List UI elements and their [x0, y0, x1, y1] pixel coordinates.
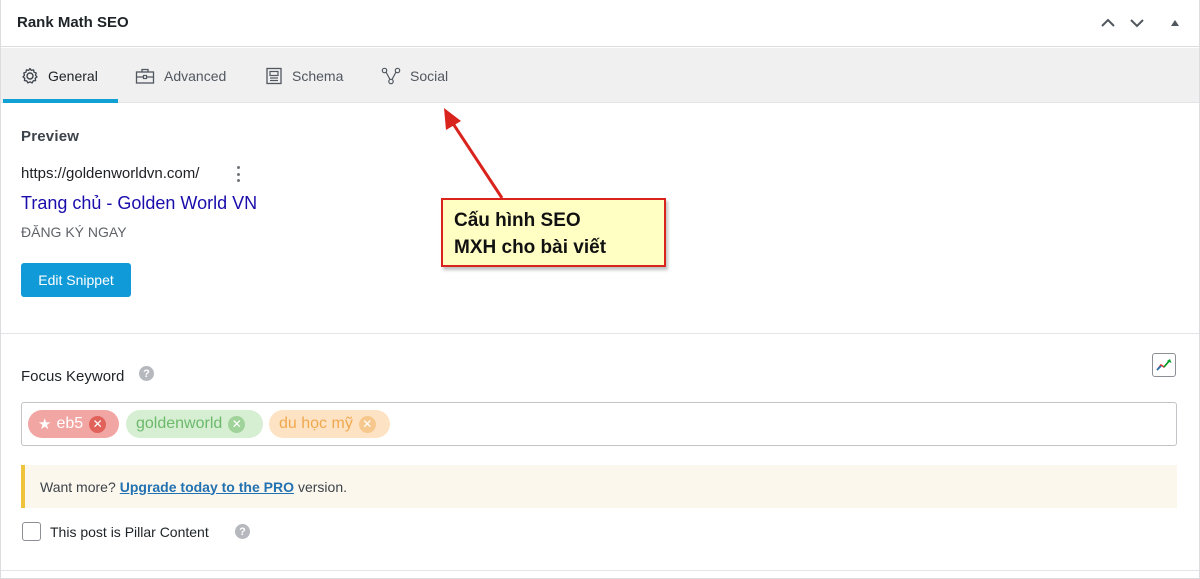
- focus-keyword-input[interactable]: ★ eb5 ✕ goldenworld ✕ du học mỹ ✕: [21, 402, 1177, 446]
- tab-schema-label: Schema: [292, 67, 344, 84]
- chevron-down-icon: [1130, 19, 1144, 28]
- tab-social-label: Social: [410, 67, 449, 84]
- pillar-content-label[interactable]: This post is Pillar Content: [50, 524, 209, 540]
- remove-keyword-icon[interactable]: ✕: [358, 415, 376, 433]
- keyword-chip-label: goldenworld: [136, 415, 223, 432]
- focus-keyword-label: Focus Keyword: [21, 368, 125, 385]
- keyword-chip[interactable]: du học mỹ ✕: [269, 410, 390, 438]
- kebab-menu-icon[interactable]: [235, 166, 241, 182]
- section-divider: [1, 570, 1199, 571]
- keyword-trends-button[interactable]: [1152, 353, 1176, 377]
- star-icon: ★: [38, 416, 52, 433]
- tab-general-label: General: [48, 67, 98, 84]
- tab-schema[interactable]: Schema: [265, 48, 343, 103]
- tab-social[interactable]: Social: [381, 48, 448, 103]
- tab-advanced-label: Advanced: [164, 67, 227, 84]
- edit-snippet-button[interactable]: Edit Snippet: [21, 263, 131, 297]
- keyword-chip-label: du học mỹ: [279, 415, 353, 432]
- gear-icon: [21, 67, 39, 85]
- notice-suffix: version.: [297, 478, 347, 495]
- trend-chart-icon: [1156, 359, 1172, 371]
- tab-bar: General Advanced Schema Social: [1, 48, 1199, 103]
- keyword-chip-label: eb5: [56, 415, 84, 432]
- annotation-line-2: MXH cho bài viết: [454, 237, 607, 258]
- tab-general[interactable]: General: [21, 48, 98, 103]
- pillar-content-checkbox[interactable]: [22, 522, 41, 541]
- rank-math-metabox: Rank Math SEO General Advanced Schema So…: [0, 0, 1200, 579]
- upgrade-link[interactable]: Upgrade today to the PRO: [120, 479, 294, 495]
- upgrade-notice: Want more? Upgrade today to the PRO vers…: [21, 465, 1177, 508]
- annotation-line-1: Cấu hình SEO: [454, 210, 581, 231]
- remove-keyword-icon[interactable]: ✕: [89, 415, 107, 433]
- toggle-panel-button[interactable]: [1163, 10, 1187, 36]
- remove-keyword-icon[interactable]: ✕: [228, 415, 246, 433]
- tab-advanced[interactable]: Advanced: [135, 48, 226, 103]
- preview-title[interactable]: Trang chủ - Golden World VN: [21, 193, 257, 214]
- toolbox-icon: [135, 67, 155, 85]
- annotation-callout: Cấu hình SEO MXH cho bài viết: [441, 198, 666, 267]
- section-divider: [1, 333, 1199, 334]
- keyword-chip[interactable]: goldenworld ✕: [126, 410, 263, 438]
- preview-heading: Preview: [21, 128, 80, 145]
- help-icon[interactable]: ?: [235, 524, 250, 539]
- schema-icon: [265, 67, 283, 85]
- preview-url: https://goldenworldvn.com/: [21, 165, 200, 182]
- help-icon[interactable]: ?: [139, 366, 154, 381]
- metabox-header: Rank Math SEO: [1, 0, 1199, 47]
- move-up-button[interactable]: [1096, 10, 1120, 36]
- triangle-up-icon: [1171, 20, 1179, 26]
- active-tab-indicator: [3, 99, 118, 103]
- preview-description: ĐĂNG KÝ NGAY: [21, 224, 127, 240]
- keyword-chip-primary[interactable]: ★ eb5 ✕: [28, 410, 119, 438]
- metabox-title: Rank Math SEO: [17, 14, 129, 31]
- notice-prefix: Want more?: [40, 478, 116, 495]
- chevron-up-icon: [1101, 18, 1115, 27]
- social-share-icon: [381, 67, 401, 85]
- move-down-button[interactable]: [1125, 10, 1149, 36]
